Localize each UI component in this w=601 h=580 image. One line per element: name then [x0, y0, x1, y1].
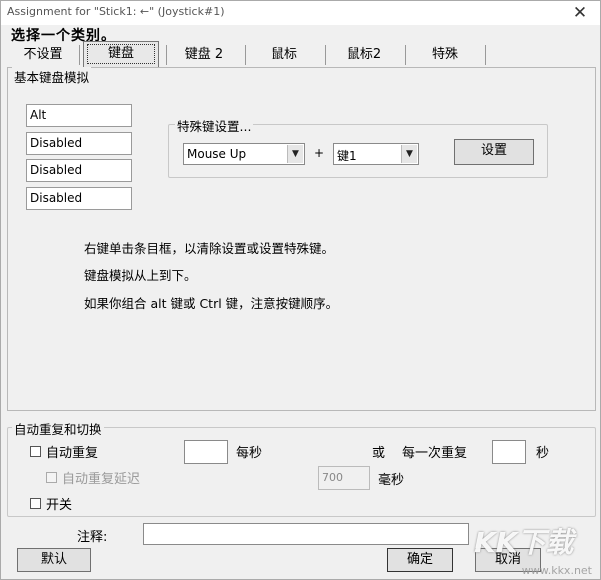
- tab-none[interactable]: 不设置: [11, 43, 75, 67]
- tab-divider: [325, 45, 326, 65]
- delay-ms-input[interactable]: 700: [318, 466, 370, 490]
- close-icon[interactable]: ✕: [568, 2, 592, 24]
- auto-repeat-checkbox[interactable]: [30, 446, 41, 457]
- auto-repeat-label: 自动重复: [46, 446, 99, 461]
- instruction-line-2: 键盘模拟从上到下。: [84, 268, 197, 283]
- chevron-down-icon: ▼: [401, 145, 417, 163]
- ms-label: 毫秒: [378, 473, 405, 488]
- instruction-line-3: 如果你组合 alt 键或 Ctrl 键，注意按键顺序。: [84, 296, 339, 311]
- special-key-type-dropdown[interactable]: Mouse Up ▼: [183, 143, 305, 165]
- note-input[interactable]: [143, 523, 469, 545]
- tab-special[interactable]: 特殊: [409, 43, 481, 67]
- tab-label: 键盘 2: [184, 47, 224, 62]
- special-key-type-value: Mouse Up: [187, 147, 247, 161]
- tab-label: 特殊: [431, 47, 458, 62]
- chevron-down-icon: ▼: [287, 145, 303, 163]
- tab-label: 鼠标: [270, 47, 297, 62]
- window-title: Assignment for "Stick1: ←" (Joystick#1): [7, 5, 225, 18]
- special-key-label: 特殊键设置...: [175, 116, 254, 135]
- set-special-key-button[interactable]: 设置: [454, 139, 534, 165]
- tab-mouse[interactable]: 鼠标: [249, 43, 319, 67]
- plus-sign: +: [314, 146, 325, 160]
- special-key-button-value: 键1: [337, 149, 357, 163]
- repeat-seconds-input[interactable]: [492, 440, 526, 464]
- key-slot-3[interactable]: Disabled: [26, 159, 132, 182]
- watermark-url: www.kkx.net: [521, 564, 592, 577]
- tab-label: 不设置: [23, 47, 63, 62]
- instruction-line-1: 右键单击条目框，以清除设置或设置特殊键。: [84, 241, 335, 256]
- tab-keyboard[interactable]: 键盘: [83, 41, 159, 67]
- every-repeat-label: 每一次重复: [402, 446, 468, 461]
- auto-repeat-group-label: 自动重复和切换: [12, 419, 104, 438]
- tab-divider: [79, 45, 80, 65]
- per-second-input[interactable]: [184, 440, 228, 464]
- keyboard-emulation-label: 基本键盘模拟: [12, 67, 92, 86]
- keyboard-tab-panel: 基本键盘模拟 Alt Disabled Disabled Disabled 特殊…: [7, 67, 596, 411]
- special-key-group: 特殊键设置... Mouse Up ▼ + 键1 ▼ 设置: [168, 116, 548, 178]
- tab-label: 鼠标2: [346, 47, 382, 62]
- or-label: 或: [372, 446, 386, 461]
- key-slot-4[interactable]: Disabled: [26, 187, 132, 210]
- special-key-button-dropdown[interactable]: 键1 ▼: [333, 143, 419, 165]
- tab-divider: [245, 45, 246, 65]
- watermark-text: KK下载: [474, 526, 574, 559]
- assignment-dialog: Assignment for "Stick1: ←" (Joystick#1) …: [0, 0, 601, 580]
- toggle-checkbox[interactable]: [30, 498, 41, 509]
- auto-repeat-group: 自动重复和切换 自动重复 每秒 或 每一次重复 秒 自动重复延迟 700 毫秒 …: [7, 419, 596, 517]
- watermark-logo: KK下载 www.kkx.net: [474, 517, 594, 577]
- default-button[interactable]: 默认: [17, 548, 91, 572]
- tab-keyboard-2[interactable]: 键盘 2: [169, 43, 239, 67]
- per-second-label: 每秒: [236, 446, 263, 461]
- tab-divider: [485, 45, 486, 65]
- seconds-label: 秒: [536, 446, 550, 461]
- note-label: 注释:: [77, 530, 108, 545]
- title-bar: Assignment for "Stick1: ←" (Joystick#1) …: [1, 1, 600, 25]
- key-slot-1[interactable]: Alt: [26, 104, 132, 127]
- auto-repeat-delay-label: 自动重复延迟: [62, 472, 141, 487]
- tab-label: 键盘: [107, 46, 134, 61]
- key-slot-2[interactable]: Disabled: [26, 132, 132, 155]
- ok-button[interactable]: 确定: [387, 548, 453, 572]
- toggle-label: 开关: [46, 498, 73, 513]
- tab-divider: [166, 45, 167, 65]
- auto-repeat-delay-checkbox[interactable]: [46, 472, 57, 483]
- tab-divider: [405, 45, 406, 65]
- tab-mouse-2[interactable]: 鼠标2: [329, 43, 399, 67]
